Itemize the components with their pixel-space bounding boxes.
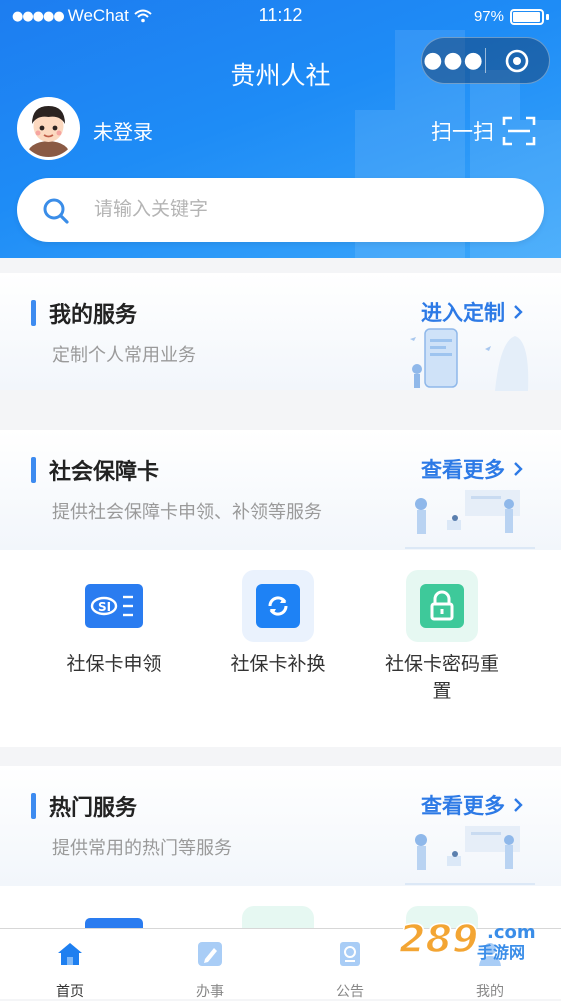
section-accent-bar: [31, 457, 36, 483]
customize-link-label: 进入定制: [421, 301, 505, 325]
avatar[interactable]: [17, 97, 80, 160]
tab-home-label: 首页: [56, 984, 84, 1000]
social-card-apply-item[interactable]: SI 社保卡申领: [29, 570, 199, 678]
svg-text:289: 289: [399, 917, 478, 961]
close-mini-program-button[interactable]: [486, 48, 549, 74]
tab-affairs[interactable]: 办事: [140, 929, 280, 1000]
notice-icon: [340, 942, 360, 966]
search-input[interactable]: [94, 198, 514, 220]
section-accent-bar: [31, 300, 36, 326]
section-accent-bar: [31, 793, 36, 819]
hot-services-subtitle: 提供常用的热门等服务: [52, 838, 232, 859]
customize-link[interactable]: 进入定制: [421, 297, 523, 327]
svg-text:.com: .com: [487, 922, 536, 943]
my-services-header: 我的服务 定制个人常用业务 进入定制: [0, 273, 561, 391]
more-menu-button[interactable]: ●●●: [422, 49, 485, 72]
hot-services-header: 热门服务 提供常用的热门等服务 查看更多: [0, 766, 561, 886]
hot-service-icon-2[interactable]: [242, 906, 314, 928]
tab-home[interactable]: 首页: [0, 929, 140, 1000]
hot-services-more-label: 查看更多: [421, 794, 505, 818]
my-services-subtitle: 定制个人常用业务: [52, 345, 196, 366]
my-services-card: 我的服务 定制个人常用业务 进入定制: [0, 273, 561, 391]
chevron-right-icon: [514, 798, 523, 812]
tab-mine-label: 我的: [476, 984, 504, 1000]
social-card-password-item[interactable]: 社保卡密码重置: [357, 570, 527, 705]
social-card-replace-item[interactable]: 社保卡补换: [193, 570, 363, 678]
site-watermark-logo: 289 .com 手游网: [398, 916, 536, 962]
social-card-grid: SI 社保卡申领 社保卡补换 社保卡密码重置: [0, 570, 561, 750]
status-bar: ●●●●● WeChat 11:12 97%: [0, 0, 561, 34]
home-icon: [58, 943, 82, 965]
phone-illustration: [410, 328, 529, 391]
header-banner: ●●●●● WeChat 11:12 97% 贵州人社 ●●● 未登录 扫一扫 …: [0, 0, 561, 258]
social-card-title: 社会保障卡: [49, 460, 160, 485]
team-illustration: [405, 826, 535, 885]
refresh-icon: [242, 570, 314, 642]
social-card-header: 社会保障卡 提供社会保障卡申领、补领等服务 查看更多: [0, 430, 561, 550]
search-bar[interactable]: [17, 178, 544, 242]
my-services-title: 我的服务: [49, 303, 138, 328]
login-status[interactable]: 未登录: [93, 116, 153, 145]
mini-program-capsule: ●●●: [421, 37, 550, 84]
user-avatar-icon: [20, 100, 77, 157]
search-icon: [43, 198, 69, 224]
battery-icon: [510, 8, 544, 25]
hot-services-section: 热门服务 提供常用的热门等服务 查看更多: [0, 766, 561, 928]
lock-icon: [406, 570, 478, 642]
svg-text:手游网: 手游网: [477, 943, 525, 962]
social-card-more-label: 查看更多: [421, 458, 505, 482]
social-card-icon: SI: [78, 570, 150, 642]
social-card-replace-label: 社保卡补换: [230, 653, 326, 675]
scan-button[interactable]: 扫一扫: [431, 115, 536, 147]
social-card-password-label: 社保卡密码重置: [384, 653, 499, 702]
tab-notice-label: 公告: [336, 984, 364, 1000]
social-card-apply-label: 社保卡申领: [66, 653, 162, 675]
social-card-subtitle: 提供社会保障卡申领、补领等服务: [52, 502, 322, 523]
scan-icon: [502, 116, 536, 146]
tab-affairs-label: 办事: [196, 984, 224, 1000]
hot-services-more-link[interactable]: 查看更多: [421, 790, 523, 820]
svg-text:SI: SI: [98, 600, 111, 614]
chevron-right-icon: [514, 305, 523, 319]
hot-services-title: 热门服务: [49, 796, 138, 821]
team-illustration: [405, 490, 535, 549]
target-icon: [506, 49, 529, 72]
hot-service-icon-1[interactable]: [85, 918, 143, 928]
chevron-right-icon: [514, 462, 523, 476]
edit-icon: [198, 942, 222, 966]
social-card-more-link[interactable]: 查看更多: [421, 454, 523, 484]
scan-label: 扫一扫: [431, 120, 494, 144]
social-card-section: 社会保障卡 提供社会保障卡申领、补领等服务 查看更多 SI 社保卡申领 社保卡补…: [0, 430, 561, 747]
battery-percent: 97%: [473, 8, 504, 25]
